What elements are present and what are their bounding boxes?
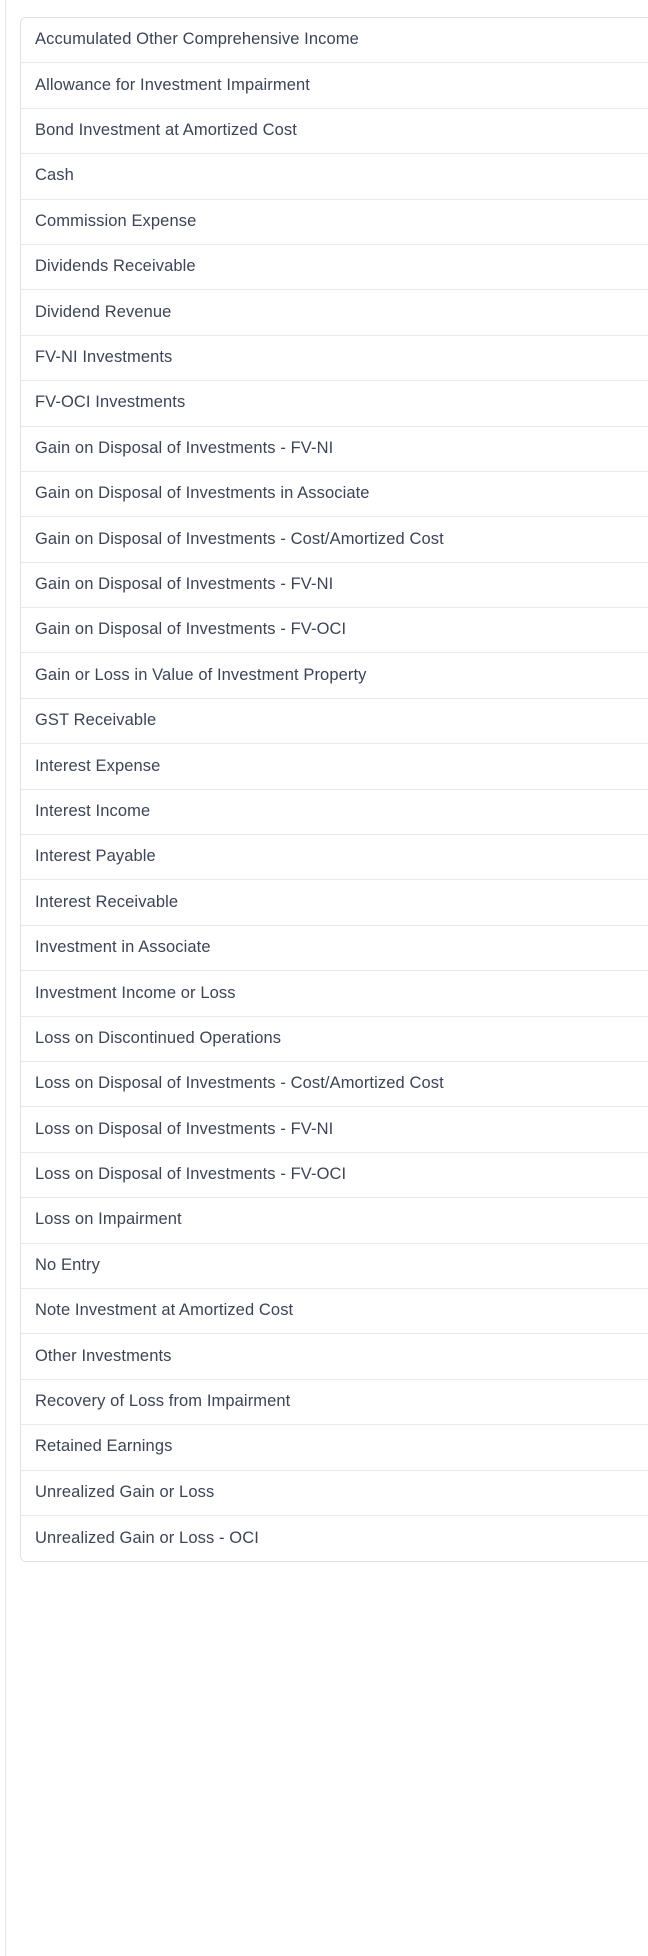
account-option[interactable]: No Entry <box>21 1243 648 1289</box>
account-option-label: Recovery of Loss from Impairment <box>35 1392 291 1411</box>
account-option-label: Unrealized Gain or Loss <box>35 1482 215 1501</box>
account-option[interactable]: Recovery of Loss from Impairment <box>21 1379 648 1426</box>
account-option-label: GST Receivable <box>35 711 157 730</box>
account-option-label: Dividends Receivable <box>35 257 196 276</box>
account-option-label: Investment in Associate <box>35 938 211 957</box>
account-option[interactable]: Commission Expense <box>21 199 648 245</box>
panel-left-edge-divider <box>5 0 6 1956</box>
account-option[interactable]: FV-NI Investments <box>21 335 648 382</box>
account-option[interactable]: Gain on Disposal of Investments - FV-NI <box>21 426 648 472</box>
account-option-label: Dividend Revenue <box>35 302 172 321</box>
account-option[interactable]: Unrealized Gain or Loss - OCI <box>21 1515 648 1562</box>
account-option-label: Retained Earnings <box>35 1437 173 1456</box>
account-option-label: Gain on Disposal of Investments - FV-OCI <box>35 620 347 639</box>
account-option-label: FV-OCI Investments <box>35 393 186 412</box>
account-option-label: Gain or Loss in Value of Investment Prop… <box>35 665 367 684</box>
account-option-label: Accumulated Other Comprehensive Income <box>35 30 359 49</box>
account-option[interactable]: Loss on Impairment <box>21 1198 648 1244</box>
account-option-label: Loss on Disposal of Investments - FV-OCI <box>35 1165 347 1184</box>
account-option-label: Interest Expense <box>35 756 161 775</box>
account-option[interactable]: GST Receivable <box>21 698 648 745</box>
account-option[interactable]: Dividends Receivable <box>21 244 648 291</box>
account-option-label: Bond Investment at Amortized Cost <box>35 121 297 140</box>
account-option[interactable]: Bond Investment at Amortized Cost <box>21 108 648 155</box>
account-option-label: Interest Income <box>35 801 151 820</box>
account-option-label: Interest Receivable <box>35 892 179 911</box>
account-option[interactable]: Dividend Revenue <box>21 290 648 336</box>
account-option[interactable]: Interest Payable <box>21 835 648 881</box>
account-option[interactable]: Gain on Disposal of Investments - FV-NI <box>21 562 648 609</box>
account-option-label: Gain on Disposal of Investments - FV-NI <box>35 438 334 457</box>
account-option-label: Investment Income or Loss <box>35 983 236 1002</box>
account-option-label: Cash <box>35 166 74 185</box>
account-option-label: Other Investments <box>35 1346 172 1365</box>
account-option[interactable]: Loss on Discontinued Operations <box>21 1016 648 1062</box>
account-option[interactable]: Interest Expense <box>21 744 648 790</box>
account-option[interactable]: Cash <box>21 154 648 200</box>
account-option[interactable]: Interest Receivable <box>21 880 648 926</box>
account-option[interactable]: Investment Income or Loss <box>21 971 648 1017</box>
account-option[interactable]: Note Investment at Amortized Cost <box>21 1288 648 1335</box>
account-option[interactable]: Gain or Loss in Value of Investment Prop… <box>21 653 648 699</box>
account-option[interactable]: Gain on Disposal of Investments - FV-OCI <box>21 608 648 654</box>
account-option[interactable]: Gain on Disposal of Investments - Cost/A… <box>21 517 648 563</box>
account-option[interactable]: Unrealized Gain or Loss <box>21 1470 648 1516</box>
account-option[interactable]: Gain on Disposal of Investments in Assoc… <box>21 471 648 518</box>
account-option-label: Loss on Impairment <box>35 1210 182 1229</box>
account-option[interactable]: Accumulated Other Comprehensive Income <box>21 18 648 64</box>
account-option-label: Loss on Disposal of Investments - FV-NI <box>35 1119 334 1138</box>
account-option[interactable]: Loss on Disposal of Investments - FV-OCI <box>21 1152 648 1199</box>
account-option-label: Gain on Disposal of Investments in Assoc… <box>35 484 370 503</box>
account-option[interactable]: FV-OCI Investments <box>21 381 648 427</box>
account-option-label: Unrealized Gain or Loss - OCI <box>35 1528 259 1547</box>
account-option[interactable]: Allowance for Investment Impairment <box>21 63 648 109</box>
account-option-label: Gain on Disposal of Investments - FV-NI <box>35 574 334 593</box>
account-option-list[interactable]: Accumulated Other Comprehensive Income Al… <box>20 17 648 1563</box>
account-option-label: Loss on Discontinued Operations <box>35 1028 282 1047</box>
account-option-label: Allowance for Investment Impairment <box>35 75 310 94</box>
account-option-label: Interest Payable <box>35 847 156 866</box>
account-option[interactable]: Interest Income <box>21 789 648 836</box>
account-option-label: Gain on Disposal of Investments - Cost/A… <box>35 529 444 548</box>
account-option[interactable]: Investment in Associate <box>21 925 648 972</box>
account-option[interactable]: Other Investments <box>21 1334 648 1380</box>
account-option-label: Loss on Disposal of Investments - Cost/A… <box>35 1074 444 1093</box>
account-option-label: Commission Expense <box>35 211 197 230</box>
account-option[interactable]: Loss on Disposal of Investments - Cost/A… <box>21 1061 648 1108</box>
account-option[interactable]: Loss on Disposal of Investments - FV-NI <box>21 1107 648 1153</box>
account-option-label: No Entry <box>35 1255 100 1274</box>
account-option-label: Note Investment at Amortized Cost <box>35 1301 294 1320</box>
account-option-label: FV-NI Investments <box>35 348 173 367</box>
account-option[interactable]: Retained Earnings <box>21 1425 648 1471</box>
